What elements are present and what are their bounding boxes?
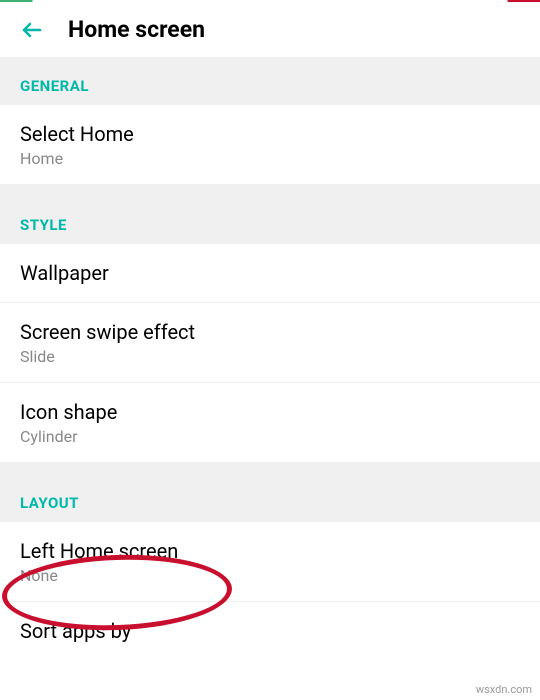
watermark-text: wsxdn.com bbox=[476, 683, 532, 696]
setting-value: Slide bbox=[20, 347, 520, 366]
setting-sort-apps-by[interactable]: Sort apps by bbox=[0, 602, 540, 660]
setting-icon-shape[interactable]: Icon shape Cylinder bbox=[0, 383, 540, 462]
section-gap bbox=[0, 184, 540, 196]
setting-title: Icon shape bbox=[20, 399, 520, 425]
setting-title: Sort apps by bbox=[20, 618, 520, 644]
setting-swipe-effect[interactable]: Screen swipe effect Slide bbox=[0, 303, 540, 383]
section-header-style: STYLE bbox=[0, 196, 540, 244]
setting-value: None bbox=[20, 566, 520, 585]
setting-left-home-screen[interactable]: Left Home screen None bbox=[0, 522, 540, 602]
setting-value: Cylinder bbox=[20, 427, 520, 446]
setting-title: Wallpaper bbox=[20, 260, 520, 286]
setting-title: Screen swipe effect bbox=[20, 319, 520, 345]
setting-title: Select Home bbox=[20, 121, 520, 147]
section-header-general: GENERAL bbox=[0, 57, 540, 105]
app-header: Home screen bbox=[0, 2, 540, 57]
setting-wallpaper[interactable]: Wallpaper bbox=[0, 244, 540, 303]
setting-title: Left Home screen bbox=[20, 538, 520, 564]
setting-select-home[interactable]: Select Home Home bbox=[0, 105, 540, 184]
setting-value: Home bbox=[20, 149, 520, 168]
section-header-layout: LAYOUT bbox=[0, 474, 540, 522]
section-gap bbox=[0, 462, 540, 474]
back-arrow-icon[interactable] bbox=[20, 18, 44, 42]
page-title: Home screen bbox=[68, 16, 205, 43]
